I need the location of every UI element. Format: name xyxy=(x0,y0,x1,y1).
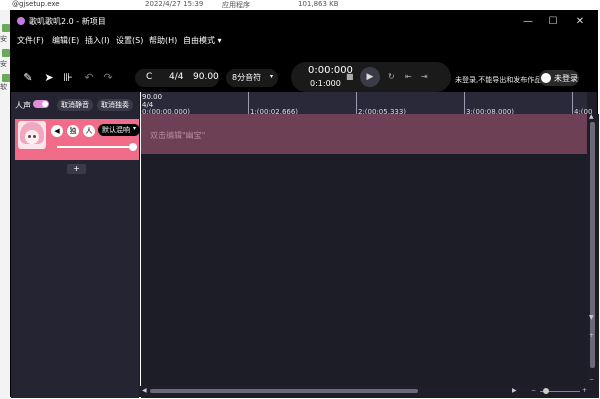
playhead[interactable] xyxy=(140,92,141,398)
ruler-tempo: 90.00 xyxy=(142,93,163,101)
ruler-tick xyxy=(356,92,357,114)
track-global-controls: 人声 取消静音 取消独奏 xyxy=(11,98,139,112)
note-value-label: 8分音符 xyxy=(232,73,262,82)
login-notice-text: 未登录,不能导出和发布作品 xyxy=(455,76,542,84)
horizontal-scroll-thumb[interactable] xyxy=(150,389,418,393)
play-button[interactable]: ▶ xyxy=(360,67,380,87)
track-header-panel: 人声 取消静音 取消独奏 ◀ 独 人 默认混响 ▾ + xyxy=(11,92,140,398)
toolbar: ✎ ➤ ⊪ ↶ ↷ C 4/4 90.00 8分音符 ▾ 0:00:000 0:… xyxy=(11,47,597,92)
ruler-tick xyxy=(248,92,249,114)
menu-settings[interactable]: 设置(S) xyxy=(116,35,143,46)
avatar-eye xyxy=(28,135,31,138)
login-notice: 未登录,不能导出和发布作品 ⓘ xyxy=(455,75,550,85)
bg-list-item[interactable]: 安 xyxy=(0,59,10,68)
ruler-tick xyxy=(572,92,573,114)
zoom-in-icon[interactable]: + xyxy=(582,387,587,394)
bg-app-icon xyxy=(2,24,10,32)
reverb-label: 默认混响 xyxy=(102,126,130,134)
login-button[interactable]: 未登录 xyxy=(539,70,579,86)
zoom-out-icon[interactable]: − xyxy=(531,387,536,394)
time-sub-display: 0:1:000 xyxy=(310,79,341,88)
stop-icon[interactable]: ■ xyxy=(346,72,354,81)
scroll-left-icon[interactable]: ◀ xyxy=(142,387,147,394)
menu-edit[interactable]: 编辑(E) xyxy=(52,35,79,46)
key-value[interactable]: C xyxy=(146,72,152,82)
track-card[interactable]: ◀ 独 人 默认混响 ▾ xyxy=(15,119,140,160)
vocal-toggle[interactable] xyxy=(33,100,49,108)
app-window: 歌叽歌叽2.0 - 新项目 — ☐ ✕ 文件(F) 编辑(E) 插入(I) 设置… xyxy=(10,10,599,398)
title-bar: 歌叽歌叽2.0 - 新项目 — ☐ ✕ xyxy=(11,11,597,33)
menu-bar: 文件(F) 编辑(E) 插入(I) 设置(S) 帮助(H) 自由模式 ▾ xyxy=(11,33,597,47)
scroll-right-icon[interactable]: ▶ xyxy=(512,387,517,394)
key-tempo-pill: C 4/4 90.00 xyxy=(135,69,219,87)
unmute-all-button[interactable]: 取消静音 xyxy=(57,99,93,111)
scroll-up-icon[interactable]: ▲ xyxy=(589,113,594,120)
volume-slider-handle[interactable] xyxy=(129,143,137,151)
solo-button[interactable]: 独 xyxy=(67,125,79,137)
bg-list-item[interactable]: 软 xyxy=(0,82,10,91)
add-track-button[interactable]: + xyxy=(67,164,86,174)
note-value-select[interactable]: 8分音符 ▾ xyxy=(226,69,278,87)
user-icon xyxy=(541,73,551,83)
undo-icon[interactable]: ↶ xyxy=(82,71,96,85)
minimize-button[interactable]: — xyxy=(519,14,537,30)
volume-slider[interactable] xyxy=(57,146,137,148)
menu-file[interactable]: 文件(F) xyxy=(17,35,44,46)
bg-explorer-strip: 安 安 软 xyxy=(0,10,10,399)
zoom-slider-handle[interactable] xyxy=(543,388,549,394)
menu-help[interactable]: 帮助(H) xyxy=(149,35,177,46)
avatar-eye xyxy=(33,135,36,138)
bg-file-size: 101,863 KB xyxy=(298,0,339,8)
pencil-icon[interactable]: ✎ xyxy=(21,71,35,85)
zoom-in-icon[interactable]: + xyxy=(589,332,594,339)
redo-icon[interactable]: ↷ xyxy=(101,71,115,85)
bg-file-name[interactable]: @gjsetup.exe xyxy=(12,0,60,10)
bg-app-icon xyxy=(2,74,10,82)
person-button[interactable]: 人 xyxy=(83,125,95,137)
horizontal-scrollbar[interactable]: ◀ ▶ − + xyxy=(140,386,587,397)
split-tool-icon[interactable]: ⊪ xyxy=(61,71,75,85)
track-lane[interactable]: 双击编辑"幽宝" xyxy=(140,114,587,154)
bg-file-date: 2022/4/27 15:39 xyxy=(145,0,204,8)
menu-free-mode[interactable]: 自由模式 ▾ xyxy=(183,35,222,46)
menu-insert[interactable]: 插入(I) xyxy=(85,35,110,46)
tempo-value[interactable]: 90.00 xyxy=(193,72,219,82)
chevron-down-icon: ▾ xyxy=(132,125,136,132)
maximize-button[interactable]: ☐ xyxy=(544,14,562,30)
unsolo-all-button[interactable]: 取消独奏 xyxy=(97,99,133,111)
speaker-icon[interactable]: ◀ xyxy=(51,125,63,137)
go-end-icon[interactable]: ⇥ xyxy=(421,72,428,81)
singer-avatar[interactable] xyxy=(18,121,46,149)
window-title: 歌叽歌叽2.0 - 新项目 xyxy=(29,17,106,26)
timeline-ruler[interactable]: 90.00 4/4 0:(00:00.000) 1:(00:02.666) 2:… xyxy=(140,92,592,116)
ruler-tick xyxy=(464,92,465,114)
go-start-icon[interactable]: ⇤ xyxy=(405,72,412,81)
reverb-select[interactable]: 默认混响 ▾ xyxy=(98,124,140,136)
zoom-out-icon[interactable]: − xyxy=(589,376,594,383)
login-label: 未登录 xyxy=(554,74,578,83)
chevron-down-icon: ▾ xyxy=(270,73,274,80)
bg-file-type: 应用程序 xyxy=(222,1,250,9)
vocal-label: 人声 xyxy=(15,101,31,110)
bg-list-item[interactable]: 安 xyxy=(0,34,10,43)
timeline-area[interactable]: 90.00 4/4 0:(00:00.000) 1:(00:02.666) 2:… xyxy=(140,92,592,398)
scroll-down-icon[interactable]: ▼ xyxy=(589,314,594,321)
bg-app-icon xyxy=(2,49,10,57)
close-button[interactable]: ✕ xyxy=(571,14,589,30)
pointer-icon[interactable]: ➤ xyxy=(42,71,56,85)
app-logo-icon xyxy=(17,17,25,25)
vertical-scrollbar[interactable]: ▲ ▼ + − xyxy=(587,113,599,398)
loop-icon[interactable]: ↻ xyxy=(388,72,395,81)
lane-hint: 双击编辑"幽宝" xyxy=(150,131,206,140)
transport-pill: 0:00:000 0:1:000 ■ ▶ ↻ ⇤ ⇥ xyxy=(291,62,451,92)
time-signature-value[interactable]: 4/4 xyxy=(169,72,183,82)
